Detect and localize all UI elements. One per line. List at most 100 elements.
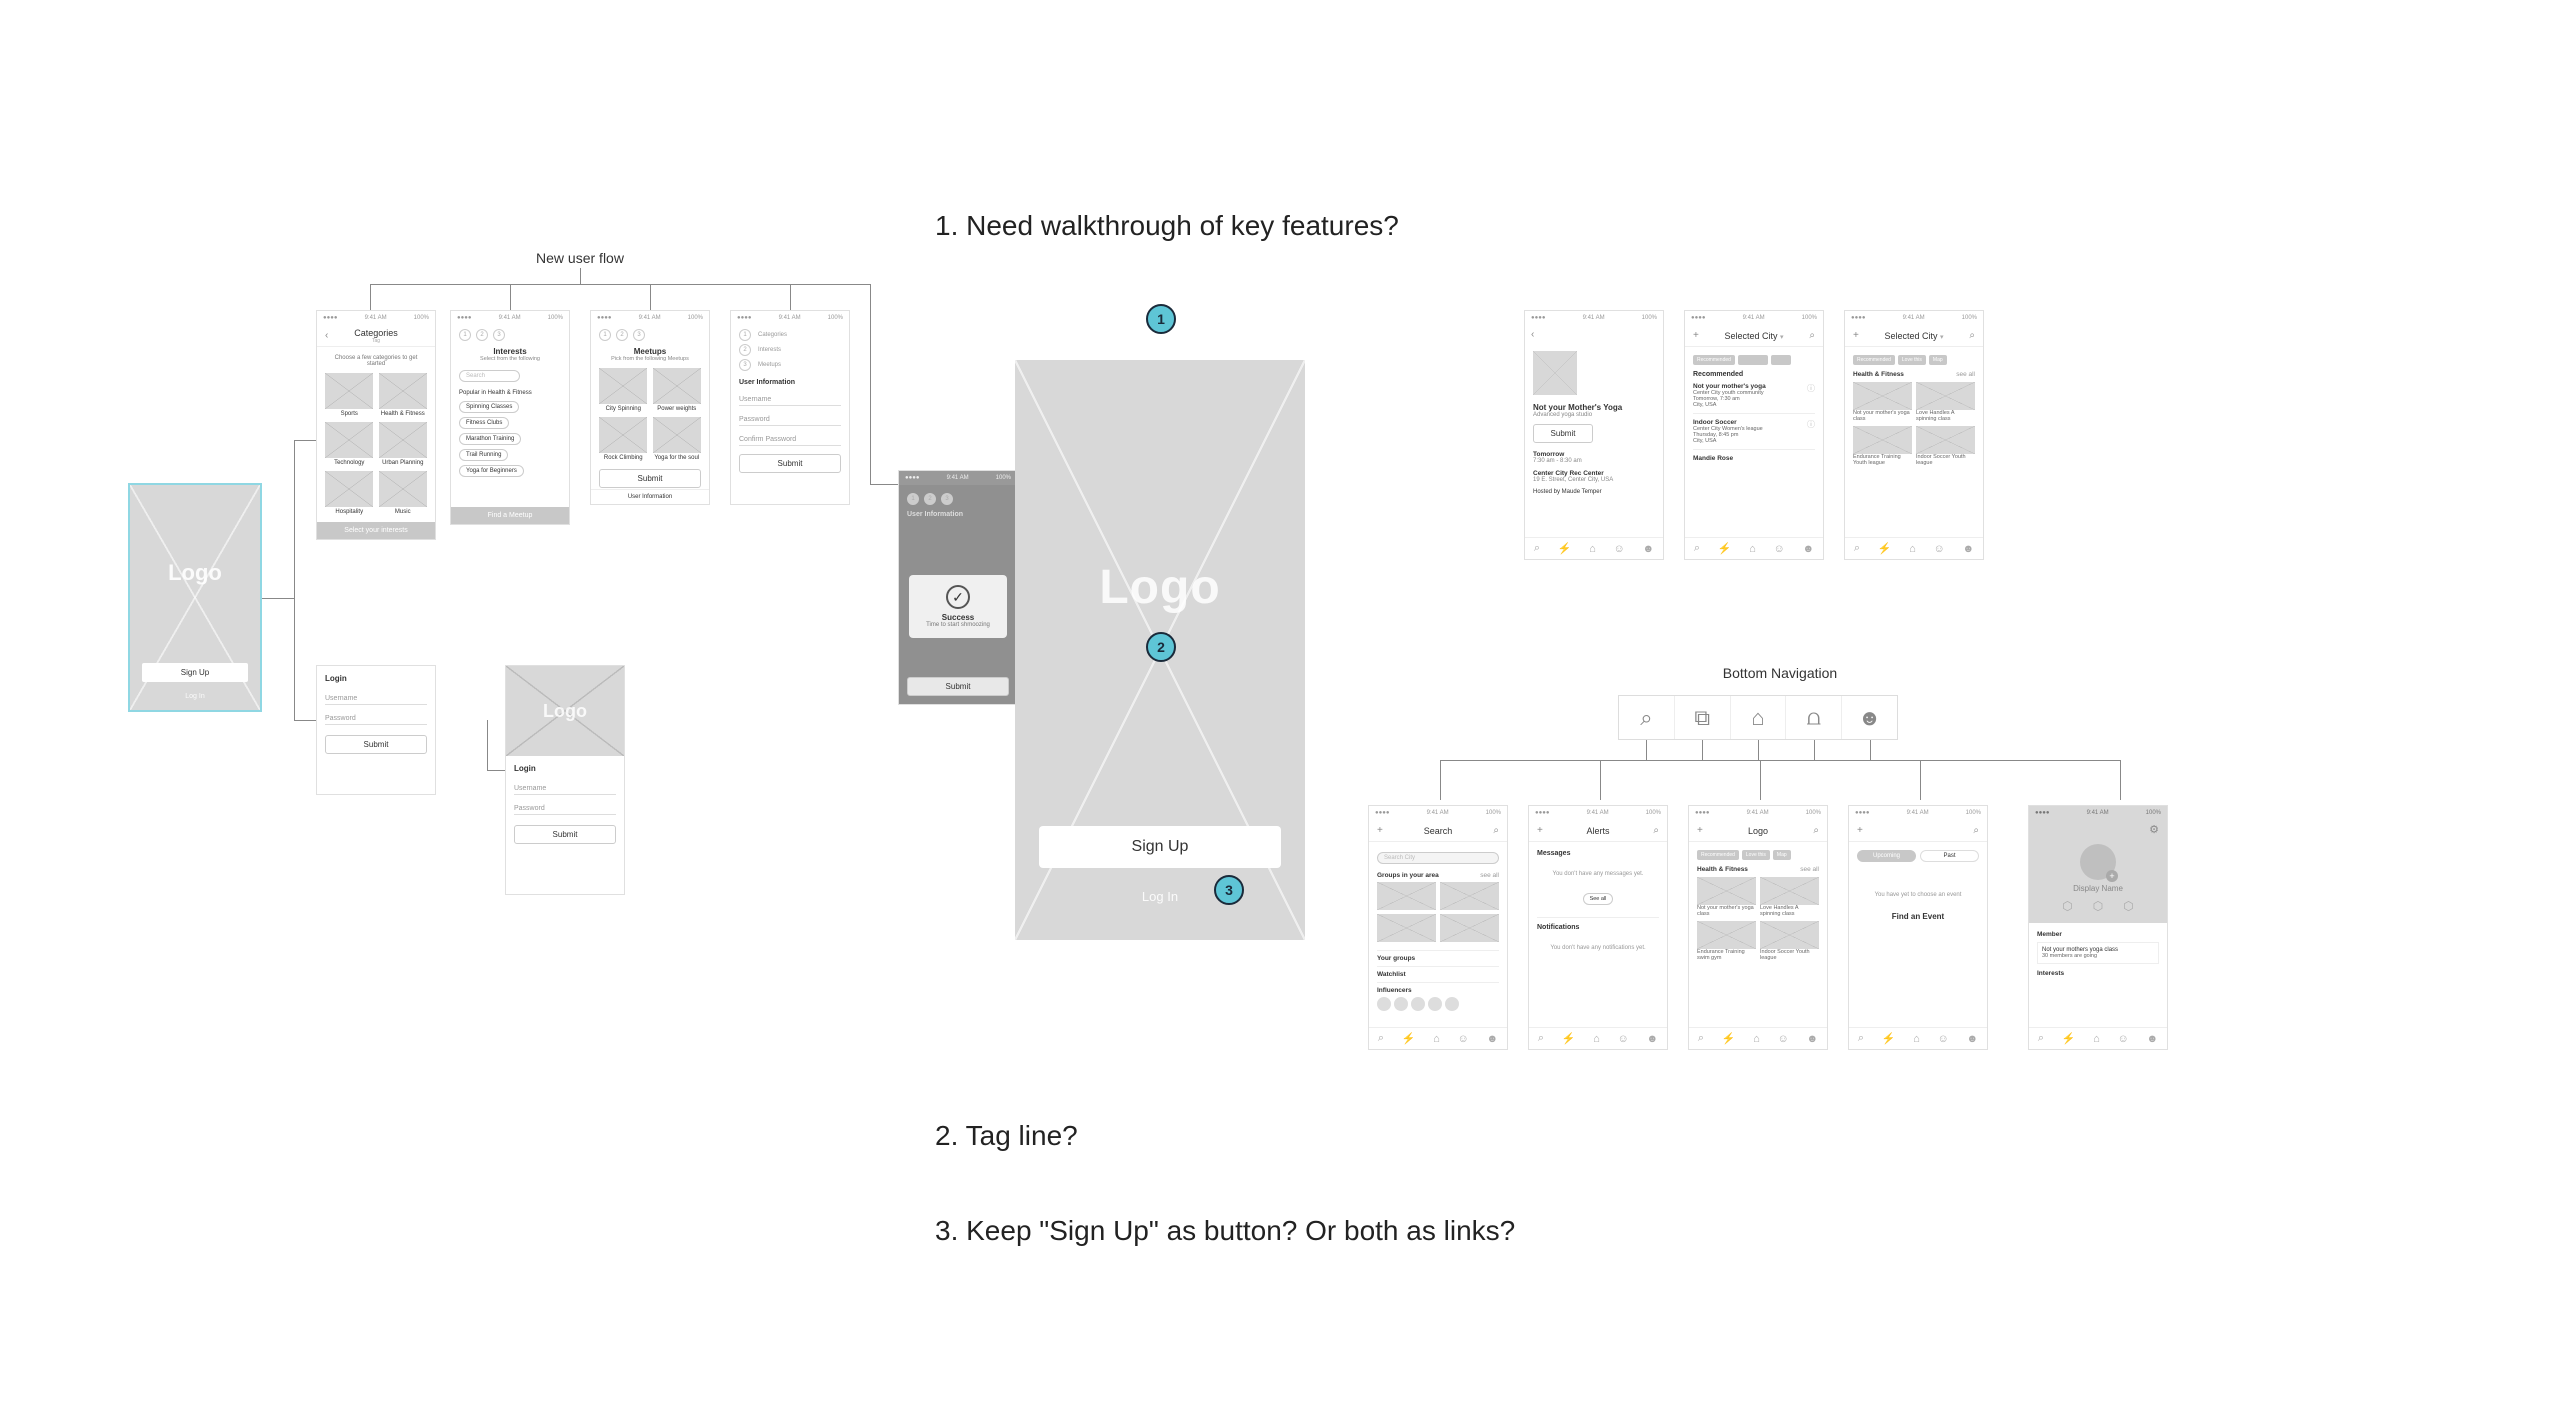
meetup-tile[interactable]: City Spinning — [599, 368, 648, 412]
header-title[interactable]: Selected City ▾ — [1884, 331, 1943, 341]
interest-chip[interactable]: Yoga for Beginners — [459, 465, 524, 477]
interest-chip[interactable]: Marathon Training — [459, 433, 521, 445]
submit-button[interactable]: Submit — [907, 677, 1009, 696]
category-tile[interactable]: Urban Planning — [379, 422, 428, 466]
filter-chip[interactable]: Map — [1773, 850, 1791, 860]
tab-group-icon[interactable]: ☺ — [1934, 543, 1945, 555]
filter-chip[interactable]: Recommended — [1693, 355, 1735, 365]
signup-button[interactable]: Sign Up — [1039, 826, 1281, 868]
nav-search-icon[interactable]: ⌕ — [1619, 696, 1675, 739]
plus-icon[interactable]: + — [1537, 825, 1543, 836]
grid-item[interactable] — [1440, 914, 1499, 942]
tab-search-icon[interactable]: ⌕ — [1534, 542, 1540, 555]
grid-item[interactable] — [1440, 882, 1499, 910]
grid-item[interactable]: Not your mother's yoga class — [1853, 382, 1912, 422]
plus-icon[interactable]: + — [1853, 330, 1859, 341]
meetup-tile[interactable]: Yoga for the soul — [653, 417, 702, 461]
tab-home-icon[interactable]: ⌂ — [1589, 543, 1596, 555]
username-field[interactable]: Username — [739, 392, 841, 406]
username-field[interactable]: Username — [325, 691, 427, 705]
member-card[interactable]: Not your mothers yoga class 30 members a… — [2037, 942, 2159, 964]
avatar[interactable] — [1377, 997, 1391, 1011]
back-icon[interactable]: ‹ — [1531, 329, 1534, 340]
nav-bolt-icon[interactable]: ⧉ — [1675, 696, 1731, 739]
category-tile[interactable]: Sports — [325, 373, 374, 417]
user-info-link[interactable]: User Information — [591, 489, 709, 504]
category-tile[interactable]: Music — [379, 471, 428, 515]
filter-chip[interactable]: Recommended — [1697, 850, 1739, 860]
list-item[interactable]: ⓘ Not your mother's yoga Center City you… — [1693, 383, 1815, 414]
password-field[interactable]: Password — [739, 412, 841, 426]
search-input[interactable]: Search — [459, 370, 520, 382]
interest-chip[interactable]: Fitness Clubs — [459, 417, 509, 429]
see-all-link[interactable]: See all — [1583, 893, 1614, 905]
nav-group-icon[interactable]: ⩍ — [1786, 696, 1842, 739]
tab-upcoming[interactable]: Upcoming — [1857, 850, 1916, 862]
password-field[interactable]: Password — [325, 711, 427, 725]
avatar[interactable] — [1445, 997, 1459, 1011]
tab-search-icon[interactable]: ⌕ — [1694, 542, 1700, 555]
grid-item[interactable]: Love Handles A spinning class — [1916, 382, 1975, 422]
see-all-link[interactable]: see all — [1956, 371, 1975, 378]
grid-item[interactable]: Endurance Training Youth league — [1853, 426, 1912, 466]
login-link[interactable]: Log In — [1015, 889, 1305, 904]
tab-bolt-icon[interactable]: ⚡ — [1718, 542, 1732, 555]
tab-profile-icon[interactable]: ☻ — [1643, 543, 1655, 555]
gear-icon[interactable]: ⚙ — [2149, 823, 2159, 836]
back-icon[interactable]: ‹ — [325, 330, 328, 341]
nav-home-icon[interactable]: ⌂ — [1731, 696, 1787, 739]
grid-item[interactable] — [1377, 882, 1436, 910]
filter-chip[interactable]: Love this — [1898, 355, 1926, 365]
category-tile[interactable]: Health & Fitness — [379, 373, 428, 417]
tab-group-icon[interactable]: ☺ — [1774, 543, 1785, 555]
submit-button[interactable]: Submit — [739, 454, 841, 473]
section-watchlist[interactable]: Watchlist — [1377, 966, 1499, 978]
login-link[interactable]: Log In — [130, 693, 260, 700]
plus-icon[interactable]: + — [1697, 825, 1703, 836]
plus-icon[interactable]: + — [1857, 825, 1863, 836]
search-icon[interactable]: ⌕ — [1969, 330, 1975, 341]
search-icon[interactable]: ⌕ — [1653, 825, 1659, 836]
avatar[interactable] — [1428, 997, 1442, 1011]
header-title[interactable]: Selected City ▾ — [1724, 331, 1783, 341]
tab-past[interactable]: Past — [1920, 850, 1979, 862]
grid-item[interactable]: Endurance Training swim gym — [1697, 921, 1756, 961]
filter-chip[interactable]: Map — [1929, 355, 1947, 365]
meetup-tile[interactable]: Rock Climbing — [599, 417, 648, 461]
grid-item[interactable]: Indoor Soccer Youth league — [1916, 426, 1975, 466]
list-item[interactable]: Mandie Rose — [1693, 455, 1815, 462]
interest-chip[interactable]: Trail Running — [459, 449, 508, 461]
submit-button[interactable]: Submit — [599, 469, 701, 488]
tab-home-icon[interactable]: ⌂ — [1909, 543, 1916, 555]
find-event-link[interactable]: Find an Event — [1857, 912, 1979, 921]
find-meetup-button[interactable]: Find a Meetup — [451, 507, 569, 524]
tab-home-icon[interactable]: ⌂ — [1749, 543, 1756, 555]
search-icon[interactable]: ⌕ — [1809, 330, 1815, 341]
meetup-tile[interactable]: Power weights — [653, 368, 702, 412]
see-all-link[interactable]: see all — [1800, 866, 1819, 873]
tab-profile-icon[interactable]: ☻ — [1803, 543, 1815, 555]
grid-item[interactable]: Not your mother's yoga class — [1697, 877, 1756, 917]
grid-item[interactable]: Indoor Soccer Youth league — [1760, 921, 1819, 961]
plus-icon[interactable]: + — [1693, 330, 1699, 341]
tab-profile-icon[interactable]: ☻ — [1963, 543, 1975, 555]
confirm-password-field[interactable]: Confirm Password — [739, 432, 841, 446]
filter-chip[interactable] — [1771, 355, 1791, 365]
info-icon[interactable]: ⓘ — [1807, 419, 1815, 430]
filter-chip[interactable]: Recommended — [1853, 355, 1895, 365]
grid-item[interactable]: Love Handles A spinning class — [1760, 877, 1819, 917]
nav-profile-icon[interactable]: ☻ — [1842, 696, 1897, 739]
filter-chip[interactable] — [1738, 355, 1768, 365]
list-item[interactable]: ⓘ Indoor Soccer Center City Women's leag… — [1693, 419, 1815, 450]
search-icon[interactable]: ⌕ — [1493, 825, 1499, 836]
tab-bolt-icon[interactable]: ⚡ — [1558, 542, 1572, 555]
search-icon[interactable]: ⌕ — [1813, 825, 1819, 836]
plus-icon[interactable]: + — [1377, 825, 1383, 836]
submit-button[interactable]: Submit — [1533, 424, 1593, 443]
filter-chip[interactable]: Love this — [1742, 850, 1770, 860]
add-icon[interactable]: + — [2106, 870, 2118, 882]
section-influencers[interactable]: Influencers — [1377, 982, 1499, 994]
interest-chip[interactable]: Spinning Classes — [459, 401, 519, 413]
grid-item[interactable] — [1377, 914, 1436, 942]
category-tile[interactable]: Hospitality — [325, 471, 374, 515]
